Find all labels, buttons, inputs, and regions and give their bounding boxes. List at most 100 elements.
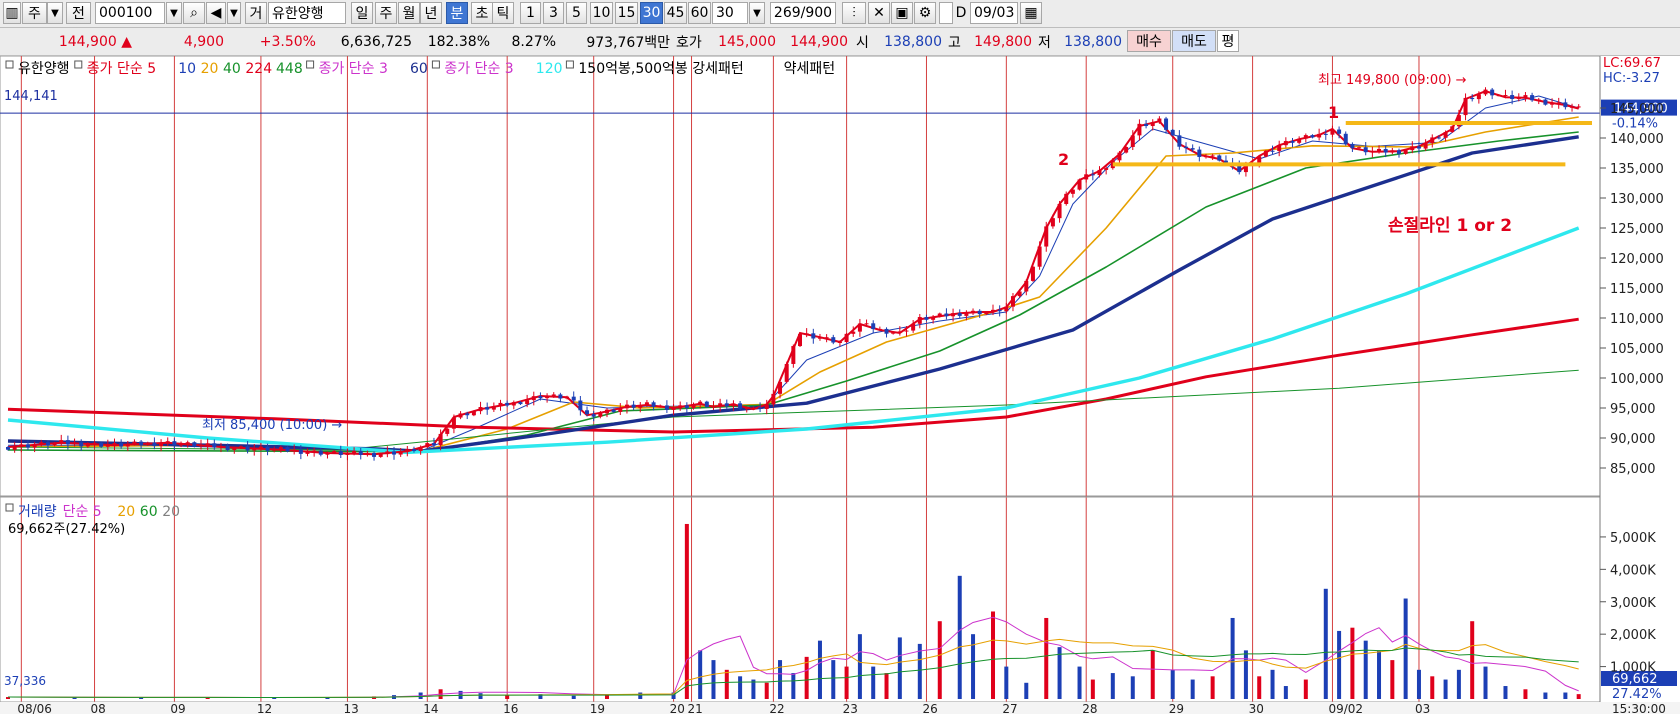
period-button-4[interactable]: 분 (446, 2, 468, 24)
price-change-pct: +3.50% (259, 34, 316, 50)
x-tick-label: 14 (423, 702, 438, 714)
calendar-icon[interactable]: ▦ (1020, 2, 1042, 24)
candle-body (644, 402, 649, 406)
candle-body (784, 363, 789, 382)
legend-ma1-label: 종가 단순 5 (87, 61, 156, 77)
candle-body (844, 333, 849, 342)
stock-code-input[interactable]: 000100 (95, 2, 165, 24)
x-tick-label: 22 (769, 702, 784, 714)
volume-bar (937, 621, 942, 699)
period-button-1[interactable]: 주 (375, 2, 397, 24)
candle-body (731, 403, 736, 407)
search-icon[interactable]: ⌕ (183, 2, 205, 24)
period-button-6[interactable]: 틱 (492, 2, 514, 24)
draw-tool-icon[interactable]: ✕ (868, 2, 890, 24)
candle-body (997, 309, 1002, 312)
chevron-down-icon[interactable]: ▼ (749, 2, 765, 24)
period-button-3[interactable]: 년 (420, 2, 442, 24)
candle-body (1330, 129, 1335, 135)
candle-body (957, 313, 962, 316)
interval-button-60[interactable]: 60 (688, 2, 711, 24)
interval-button-5[interactable]: 5 (566, 2, 587, 24)
trade-button[interactable]: 거 (245, 2, 267, 24)
mode-select[interactable]: 주 (22, 2, 47, 24)
candle-body (59, 440, 64, 443)
period-button-0[interactable]: 일 (351, 2, 373, 24)
interval-button-30[interactable]: 30 (640, 2, 663, 24)
candle-body (245, 446, 250, 451)
chevron-down-icon[interactable]: ▼ (227, 2, 241, 24)
gear-icon[interactable]: ⚙ (914, 2, 936, 24)
interval-button-15[interactable]: 15 (615, 2, 638, 24)
candle-body (471, 411, 476, 416)
candle-body (405, 449, 410, 452)
legend-volume-name: 거래량 (18, 504, 57, 520)
price-tick-label: 95,000 (1610, 402, 1656, 417)
candle-body (372, 452, 377, 457)
candle-body (25, 444, 30, 448)
candle-body (1463, 97, 1468, 116)
candle-body (1503, 95, 1508, 97)
candle-body (851, 331, 856, 334)
candle-body (1516, 97, 1521, 100)
candle-body (1410, 146, 1415, 151)
time-label: 15:30:00 (1612, 702, 1666, 714)
period-button-5[interactable]: 초 (471, 2, 493, 24)
candle-body (884, 328, 889, 334)
volume-bar (1576, 694, 1581, 699)
layout-icon[interactable]: ▥ (3, 2, 21, 24)
candle-body (991, 309, 996, 312)
legend-ma1-period: 20 (201, 61, 219, 77)
buy-button[interactable]: 매수 (1127, 30, 1171, 52)
interval-input[interactable]: 30 (712, 2, 748, 24)
candle-body (465, 413, 470, 416)
candle-body (199, 444, 204, 447)
candle-body (185, 442, 190, 444)
speaker-icon[interactable]: ◀ (206, 2, 226, 24)
candle-body (505, 402, 510, 406)
interval-button-3[interactable]: 3 (543, 2, 564, 24)
count-value: 269 (773, 5, 801, 21)
candle-body (1370, 151, 1375, 153)
candle-body (1363, 147, 1368, 153)
candle-body (817, 337, 822, 339)
candle-body (1117, 152, 1122, 161)
candle-body (977, 310, 982, 315)
candle-body (578, 400, 583, 411)
date-checkbox[interactable] (939, 2, 953, 24)
interval-button-10[interactable]: 10 (590, 2, 613, 24)
prev-button[interactable]: 전 (66, 2, 91, 24)
candle-body (1490, 89, 1495, 96)
count-total: /900 (800, 5, 833, 21)
date-input[interactable]: 09/03 (970, 2, 1018, 24)
candle-body (1470, 97, 1475, 100)
price-tick-label: 140,000 (1610, 132, 1664, 147)
even-button[interactable]: 평 (1217, 30, 1239, 52)
candle-body (618, 408, 623, 412)
volume-bar (1377, 650, 1382, 699)
candle-body (565, 396, 570, 399)
price-tick-label: 125,000 (1610, 222, 1664, 237)
period-button-2[interactable]: 월 (398, 2, 420, 24)
candle-body (485, 407, 490, 410)
volume-ratio: 182.38% (427, 34, 490, 50)
save-icon[interactable]: ▣ (891, 2, 913, 24)
count-field[interactable]: 269/900 (770, 2, 836, 24)
interval-button-45[interactable]: 45 (664, 2, 687, 24)
candle-body (1496, 95, 1501, 97)
chevron-down-icon[interactable]: ▼ (47, 2, 63, 24)
stock-name-field[interactable]: 유한양행 (268, 2, 346, 24)
price-tick-label: 115,000 (1610, 282, 1664, 297)
volume-bar (971, 634, 976, 699)
legend-volume-period: 60 (140, 504, 158, 520)
interval-button-1[interactable]: 1 (520, 2, 541, 24)
candle-body (338, 451, 343, 455)
candle-icon[interactable]: ⫶ (842, 2, 866, 24)
chevron-down-icon[interactable]: ▼ (166, 2, 182, 24)
legend-volume-period: 20 (117, 504, 135, 520)
candle-body (1263, 150, 1268, 157)
candle-body (698, 401, 703, 405)
candle-body (1084, 174, 1089, 180)
legend-volume-label: 단순 5 (63, 504, 102, 520)
sell-button[interactable]: 매도 (1172, 30, 1216, 52)
